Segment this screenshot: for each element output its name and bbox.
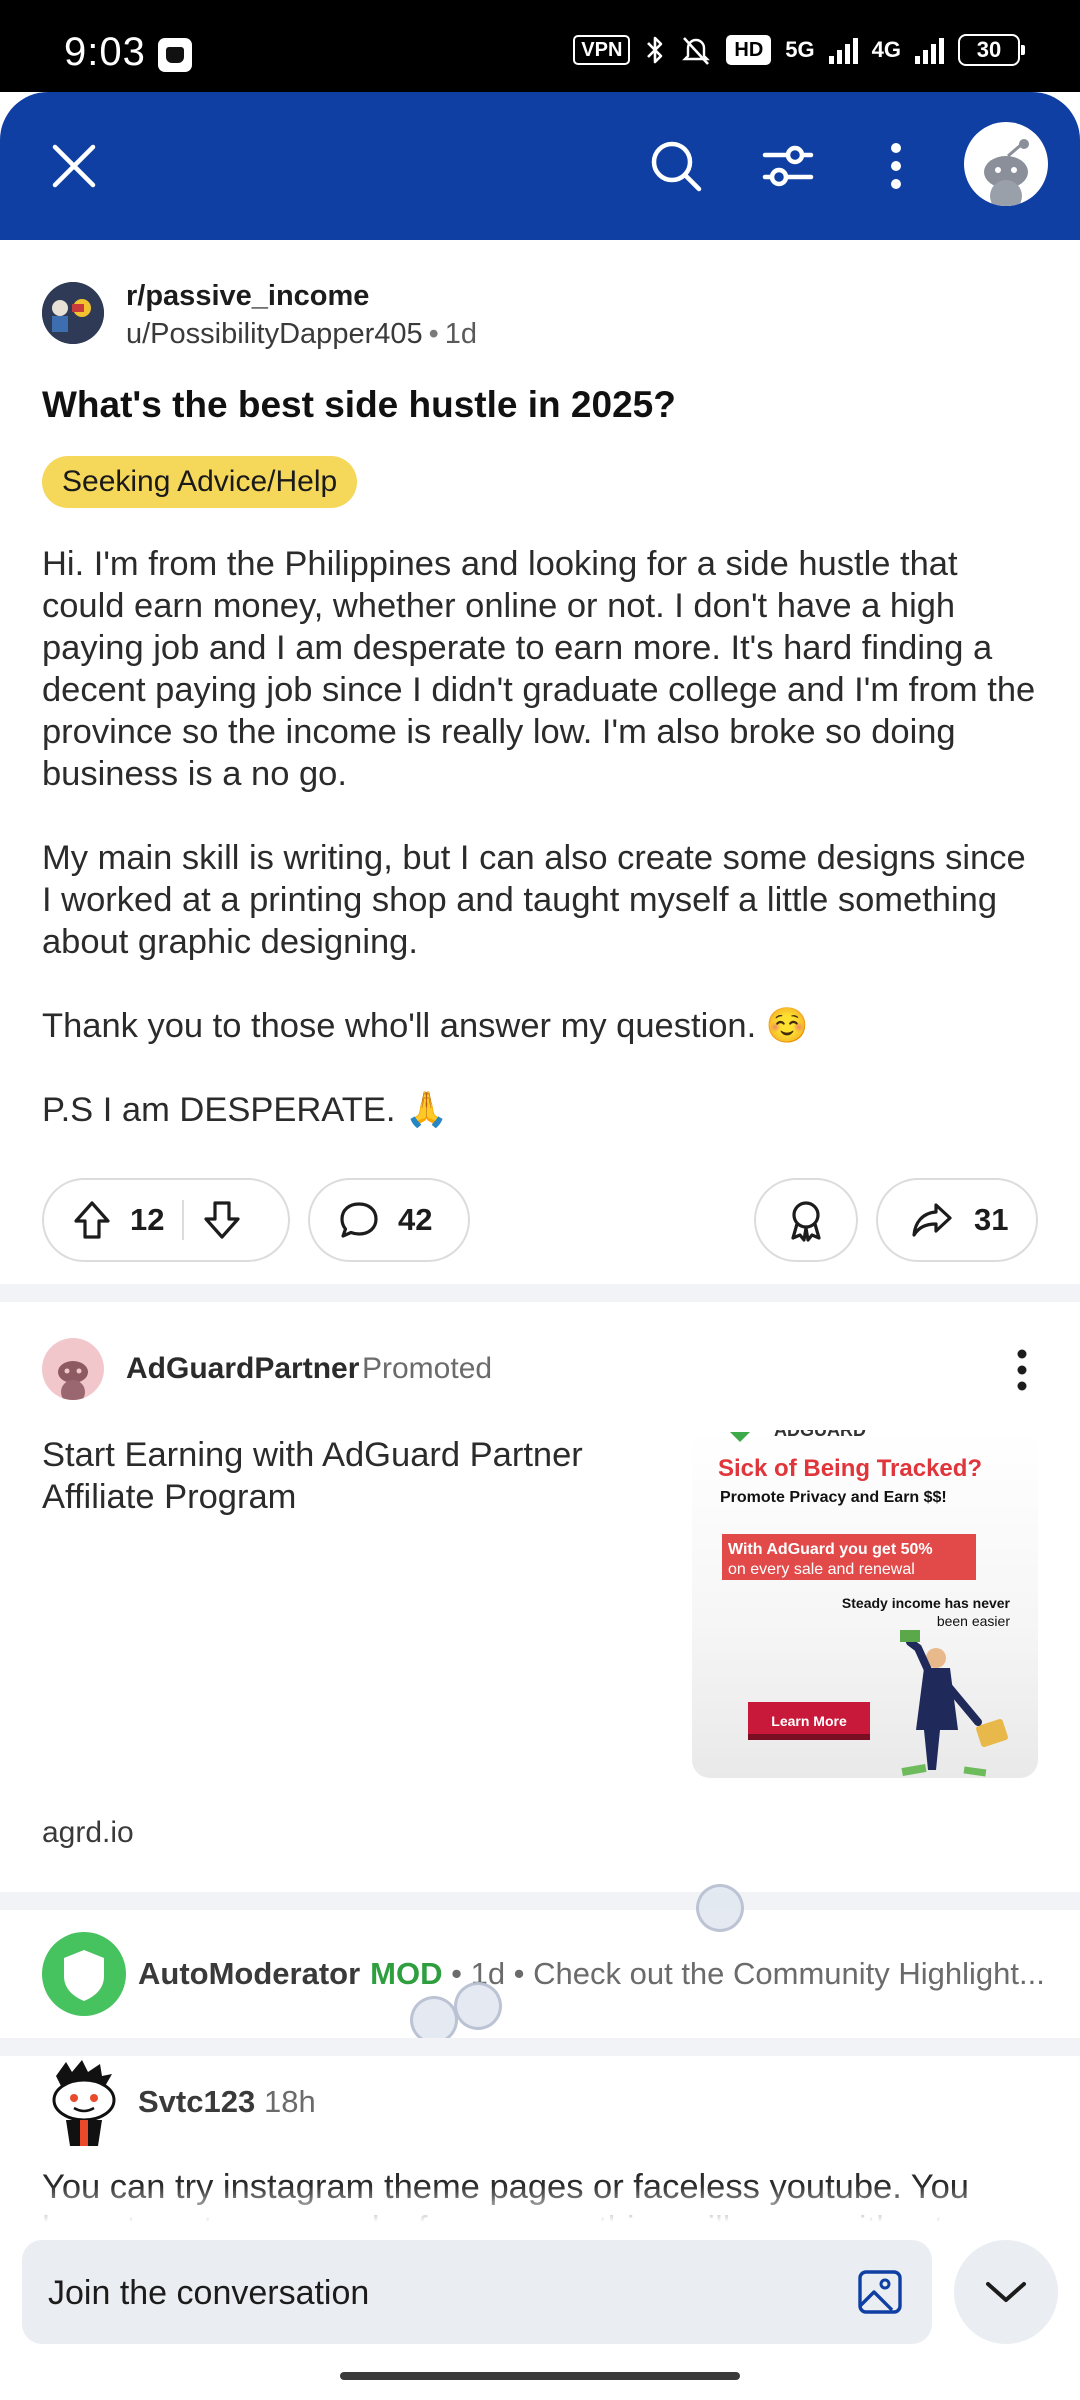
- snoo-avatar-icon: [52, 2060, 116, 2146]
- comments-button[interactable]: 42: [308, 1178, 470, 1262]
- attach-image-button[interactable]: [854, 2266, 906, 2318]
- share-arrow-icon: [912, 1203, 952, 1237]
- comment-composer-input[interactable]: Join the conversation: [22, 2240, 932, 2344]
- scroll-fade: [0, 2186, 1080, 2222]
- advertiser-name[interactable]: AdGuardPartner: [126, 1352, 359, 1386]
- ad-cta: Learn More: [771, 1713, 847, 1729]
- status-icons: VPN HD 5G 4G 30: [573, 34, 1025, 66]
- status-time: 9:03: [64, 30, 146, 74]
- vpn-icon: VPN: [573, 35, 631, 65]
- image-attach-icon: [858, 2270, 902, 2314]
- post-meta: u/PossibilityDapper405 • 1d: [126, 318, 478, 350]
- search-icon: [651, 141, 702, 192]
- promoted-label: Promoted: [362, 1352, 493, 1385]
- automod-avatar: [42, 1932, 126, 2016]
- post-age: 1d: [444, 318, 478, 350]
- mute-bell-icon: [682, 37, 711, 65]
- subreddit-icon: [42, 282, 104, 344]
- more-options-button[interactable]: [856, 126, 936, 206]
- mod-badge: MOD: [370, 1956, 443, 1991]
- shield-icon: [64, 1950, 104, 2001]
- ad-brand: ADGUARD: [774, 1430, 866, 1440]
- post-header: r/passive_income u/PossibilityDapper405 •…: [42, 280, 1042, 352]
- ad-title[interactable]: Start Earning with AdGuard Partner Affil…: [42, 1434, 642, 1518]
- bluetooth-icon: [647, 36, 663, 64]
- comment-bubble-icon: [340, 1202, 378, 1238]
- touch-indicator: [454, 1982, 502, 2030]
- ad-creative-graphic: ADGUARD Sick of Being Tracked? Promote P…: [718, 1430, 1011, 1777]
- more-vertical-icon: [1017, 1349, 1027, 1391]
- composer-placeholder: Join the conversation: [48, 2274, 370, 2312]
- ad-header: AdGuardPartner Promoted: [42, 1338, 1042, 1402]
- ad-subheadline: Promote Privacy and Earn $$!: [720, 1489, 947, 1506]
- status-bar: 9:03 VPN HD 5G 4G 30: [0, 0, 1080, 92]
- collapse-button[interactable]: [954, 2240, 1058, 2344]
- sort-button[interactable]: [748, 126, 828, 206]
- vote-pill: 12: [42, 1178, 290, 1262]
- close-button[interactable]: [34, 126, 114, 206]
- app-notification-icon: [158, 38, 192, 72]
- hd-icon: HD: [726, 35, 772, 65]
- network-4g-label: 4G: [871, 37, 901, 62]
- advertiser-avatar[interactable]: [42, 1338, 104, 1400]
- ad-tagline-line1: Steady income has never: [842, 1595, 1011, 1611]
- subreddit-avatar[interactable]: [42, 282, 104, 344]
- upvote-count: 12: [130, 1202, 165, 1237]
- ad-tagline-line2: been easier: [937, 1613, 1011, 1629]
- touch-indicator: [410, 1996, 458, 2044]
- ad-offer-line2: on every sale and renewal: [728, 1561, 915, 1578]
- award-button[interactable]: [754, 1178, 858, 1262]
- sort-sliders-icon: [762, 145, 814, 187]
- post-actions: 12 42 31: [42, 1178, 1038, 1262]
- signal-icon-2: [915, 36, 944, 64]
- post-flair[interactable]: Seeking Advice/Help: [42, 456, 358, 508]
- comment-age: 18h: [264, 2084, 316, 2119]
- home-indicator[interactable]: [340, 2372, 740, 2380]
- businessman-illustration: [900, 1630, 1008, 1770]
- network-5g-label: 5G: [785, 37, 815, 62]
- automod-author: AutoModerator: [138, 1956, 361, 1991]
- share-button[interactable]: 31: [876, 1178, 1038, 1262]
- divider: [0, 1284, 1080, 1302]
- ad-more-button[interactable]: [1002, 1348, 1042, 1392]
- signal-icon: [828, 36, 858, 64]
- more-vertical-icon: [891, 143, 901, 189]
- touch-indicator: [696, 1884, 744, 1932]
- search-button[interactable]: [636, 126, 716, 206]
- divider: [0, 1892, 1080, 1910]
- award-icon: [791, 1201, 821, 1242]
- post-paragraph: Thank you to those who'll answer my ques…: [42, 1007, 809, 1045]
- commenter-avatar[interactable]: [42, 2058, 126, 2148]
- divider: [0, 2038, 1080, 2056]
- post-body: Hi. I'm from the Philippines and looking…: [42, 543, 1042, 1173]
- snoo-avatar-icon: [58, 1361, 88, 1400]
- close-icon: [52, 144, 96, 188]
- downvote-icon[interactable]: [202, 1199, 242, 1241]
- ad-headline: Sick of Being Tracked?: [718, 1455, 982, 1482]
- top-app-bar: [0, 92, 1080, 240]
- share-count: 31: [974, 1202, 1009, 1237]
- post-paragraph: P.S I am DESPERATE. 🙏: [42, 1091, 448, 1129]
- upvote-icon[interactable]: [72, 1199, 112, 1241]
- user-avatar-button[interactable]: [964, 122, 1048, 206]
- commenter-name[interactable]: Svtc123: [138, 2084, 255, 2120]
- subreddit-name[interactable]: r/passive_income: [126, 280, 369, 313]
- post-paragraph: My main skill is writing, but I can also…: [42, 839, 1026, 961]
- battery-icon: 30: [958, 34, 1025, 66]
- comment-header: Svtc123 18h: [42, 2058, 1042, 2148]
- automod-comment[interactable]: AutoModerator MOD • 1d • Check out the Co…: [42, 1932, 1045, 2016]
- ad-offer-line1: With AdGuard you get 50%: [728, 1541, 933, 1558]
- ad-domain[interactable]: agrd.io: [42, 1816, 134, 1850]
- post-title: What's the best side hustle in 2025?: [42, 384, 676, 425]
- chevron-down-icon: [986, 2282, 1026, 2302]
- ad-creative-image[interactable]: ADGUARD Sick of Being Tracked? Promote P…: [692, 1430, 1038, 1778]
- automod-meta: • 1d • Check out the Community Highlight…: [451, 1956, 1045, 1991]
- automod-line: AutoModerator MOD • 1d • Check out the Co…: [138, 1956, 1068, 1992]
- post-author[interactable]: u/PossibilityDapper405: [126, 318, 423, 350]
- comment-count: 42: [398, 1202, 433, 1237]
- snoo-avatar-icon: [984, 139, 1029, 206]
- post-paragraph: Hi. I'm from the Philippines and looking…: [42, 545, 1036, 793]
